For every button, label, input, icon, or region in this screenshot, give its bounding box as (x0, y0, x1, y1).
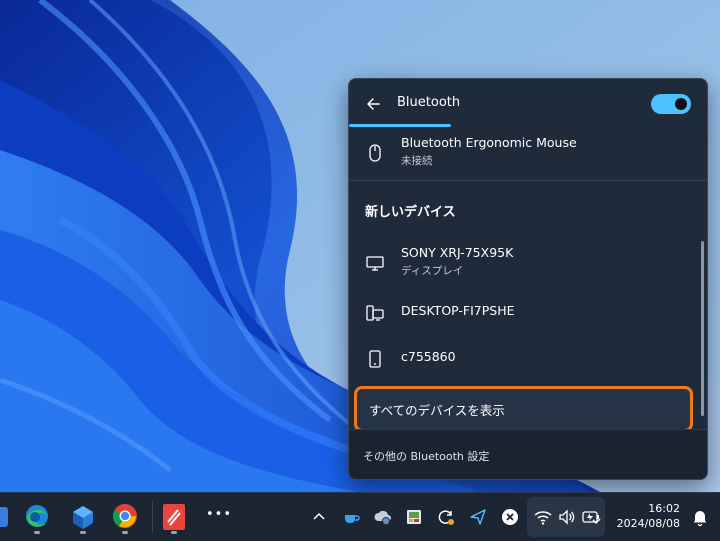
device-status: ディスプレイ (401, 265, 464, 277)
scrollbar[interactable] (701, 241, 704, 416)
section-divider (349, 180, 707, 181)
device-name: c755860 (401, 349, 456, 364)
taskbar-chrome[interactable] (109, 501, 141, 534)
flyout-title: Bluetooth (397, 95, 461, 110)
taskbar-pdf-app[interactable] (158, 501, 190, 534)
battery-charging-icon (582, 511, 601, 524)
flyout-header: Bluetooth (349, 79, 707, 127)
device-name: Bluetooth Ergonomic Mouse (401, 135, 577, 150)
bluetooth-flyout: Bluetooth Bluetooth Ergonomic Mouse 未接続 … (348, 78, 708, 480)
cup-icon[interactable] (341, 507, 361, 527)
bluetooth-toggle[interactable] (651, 94, 691, 114)
running-indicator (171, 531, 177, 534)
taskbar: ••• 16:02 2024/08/08 (0, 492, 720, 541)
device-desktop[interactable]: DESKTOP-FI7PSHE (349, 291, 707, 335)
show-all-devices-button[interactable]: すべてのデバイスを表示 (354, 386, 693, 432)
send-icon[interactable] (468, 507, 488, 527)
taskbar-edge[interactable] (21, 501, 53, 534)
app-tile-icon[interactable] (404, 507, 424, 527)
back-arrow-icon (367, 98, 380, 110)
clock[interactable]: 16:02 2024/08/08 (614, 501, 680, 531)
clock-date: 2024/08/08 (616, 517, 680, 530)
pdf-app-icon (163, 504, 185, 530)
edge-icon (26, 505, 48, 527)
phone-icon (369, 350, 381, 368)
taskbar-more-button[interactable]: ••• (202, 501, 234, 533)
mouse-icon (369, 144, 381, 162)
running-indicator (80, 531, 86, 534)
desktop-computer-icon (366, 305, 384, 321)
chevron-up-icon[interactable] (309, 507, 329, 527)
running-indicator (122, 531, 128, 534)
device-name: SONY XRJ-75X95K (401, 245, 514, 260)
cloud-sync-icon[interactable] (373, 507, 393, 527)
chrome-icon (112, 504, 137, 528)
volume-icon (559, 509, 575, 525)
show-all-devices-label: すべてのデバイスを表示 (369, 403, 505, 418)
device-phone[interactable]: c755860 (349, 337, 707, 381)
device-sony-display[interactable]: SONY XRJ-75X95K ディスプレイ (349, 241, 707, 285)
header-accent-underline (349, 124, 451, 127)
more-bluetooth-settings-link[interactable]: その他の Bluetooth 設定 (363, 448, 489, 464)
device-name: DESKTOP-FI7PSHE (401, 303, 515, 318)
back-button[interactable] (363, 93, 385, 115)
device-bluetooth-mouse[interactable]: Bluetooth Ergonomic Mouse 未接続 (349, 131, 707, 175)
new-devices-heading: 新しいデバイス (365, 205, 456, 220)
device-status: 未接続 (401, 155, 433, 167)
refresh-icon[interactable] (436, 507, 456, 527)
flyout-footer: その他の Bluetooth 設定 (349, 429, 707, 479)
taskbar-app-partial[interactable] (0, 501, 14, 533)
monitor-icon (366, 256, 384, 271)
close-circle-icon[interactable] (500, 507, 520, 527)
running-indicator (34, 531, 40, 534)
clock-time: 16:02 (648, 502, 680, 515)
quick-settings-button[interactable] (527, 497, 605, 537)
app-cube-icon (73, 506, 93, 529)
taskbar-separator (152, 501, 153, 533)
more-label: ••• (206, 507, 233, 522)
wifi-icon (534, 511, 552, 525)
toggle-knob (675, 98, 687, 110)
notification-bell-icon[interactable] (690, 507, 710, 527)
app-partial-icon (0, 507, 8, 527)
taskbar-app-cube[interactable] (67, 501, 99, 534)
